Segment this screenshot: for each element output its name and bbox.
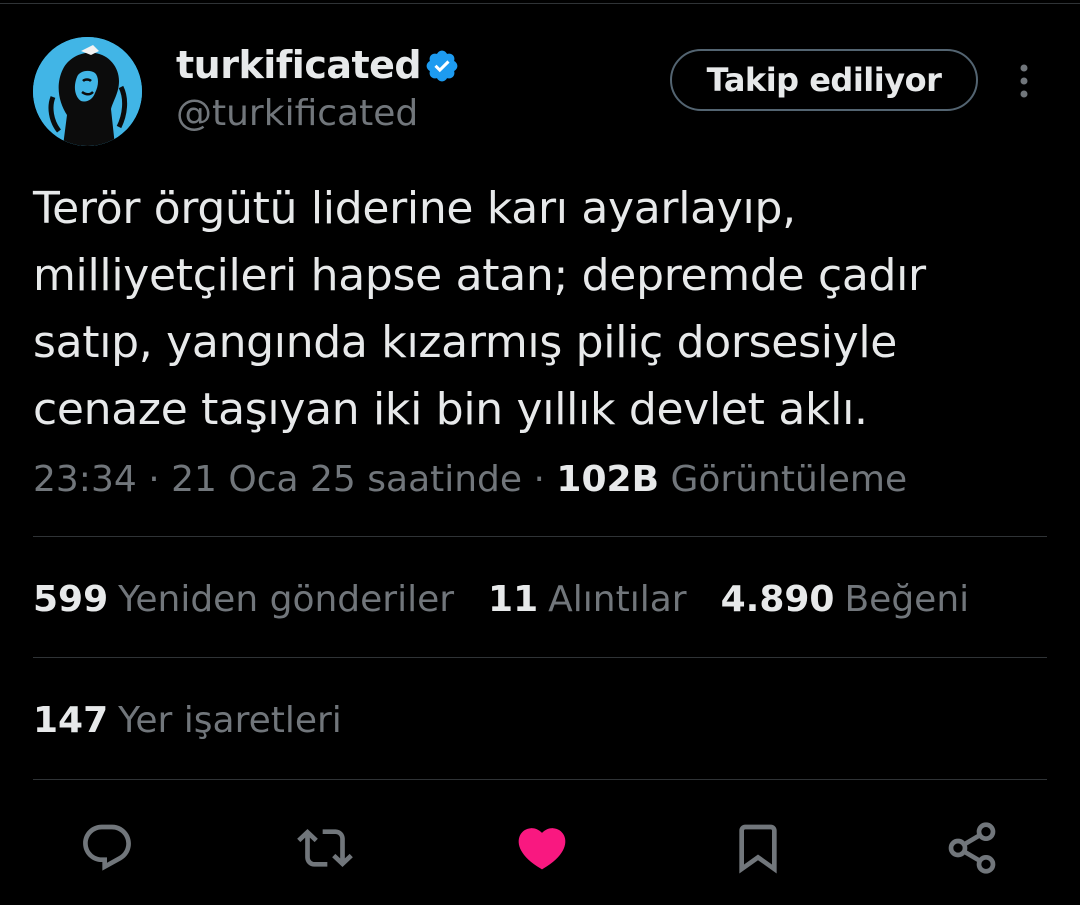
tweet-meta: 23:34 · 21 Oca 25 saatinde · 102B Görünt… (33, 457, 907, 503)
likes-stat[interactable]: 4.890 Beğeni (721, 577, 970, 623)
tweet-text-line: milliyetçileri hapse atan; depremde çadı… (33, 250, 926, 301)
divider (33, 536, 1047, 537)
views-label: Görüntüleme (670, 459, 908, 500)
retweet-button[interactable] (295, 818, 355, 878)
bookmarks-stat[interactable]: 147 Yer işaretleri (33, 698, 342, 744)
profile-avatar[interactable] (33, 37, 142, 146)
tweet-date[interactable]: 21 Oca 25 saatinde (171, 459, 522, 500)
meta-separator: · (148, 459, 160, 500)
retweets-count: 599 (33, 579, 109, 620)
tweet-text-line: cenaze taşıyan iki bin yıllık devlet akl… (33, 384, 868, 435)
author-display-name[interactable]: turkificated (176, 42, 422, 88)
reply-icon (83, 824, 131, 871)
like-button[interactable] (512, 818, 572, 878)
quotes-stat[interactable]: 11 Alıntılar (488, 577, 687, 623)
meta-separator: · (533, 459, 545, 500)
more-vertical-icon[interactable] (1010, 62, 1038, 102)
share-icon (948, 822, 996, 874)
author-handle[interactable]: @turkificated (176, 92, 418, 136)
likes-label: Beğeni (844, 579, 970, 620)
retweets-stat[interactable]: 599 Yeniden gönderiler (33, 577, 454, 623)
bookmark-icon (739, 824, 777, 874)
reply-button[interactable] (77, 818, 137, 878)
share-button[interactable] (942, 818, 1002, 878)
heart-icon (518, 828, 566, 870)
bookmarks-label: Yer işaretleri (118, 700, 342, 741)
tweet-text-line: Terör örgütü liderine karı ayarlayıp, (33, 183, 796, 234)
likes-count: 4.890 (720, 579, 835, 620)
bookmarks-count: 147 (33, 700, 109, 741)
retweets-label: Yeniden gönderiler (118, 579, 455, 620)
tweet-text: Terör örgütü liderine karı ayarlayıp, mi… (33, 175, 1053, 443)
verified-badge-icon (424, 48, 460, 84)
retweet-icon (297, 829, 353, 867)
engagement-stats: 599 Yeniden gönderiler 11 Alıntılar 4.890 B… (33, 577, 1003, 623)
quotes-count: 11 (488, 579, 539, 620)
top-divider (0, 3, 1080, 4)
following-button-label: Takip ediliyor (706, 61, 942, 99)
tweet-time[interactable]: 23:34 (33, 459, 137, 500)
tweet-text-line: satıp, yangında kızarmış piliç dorsesiyl… (33, 317, 898, 368)
divider (33, 779, 1047, 780)
divider (33, 657, 1047, 658)
following-button[interactable]: Takip ediliyor (670, 49, 978, 111)
bookmark-stats: 147 Yer işaretleri (33, 698, 376, 744)
quotes-label: Alıntılar (548, 579, 687, 620)
views-count: 102B (556, 459, 660, 500)
bookmark-button[interactable] (728, 818, 788, 878)
